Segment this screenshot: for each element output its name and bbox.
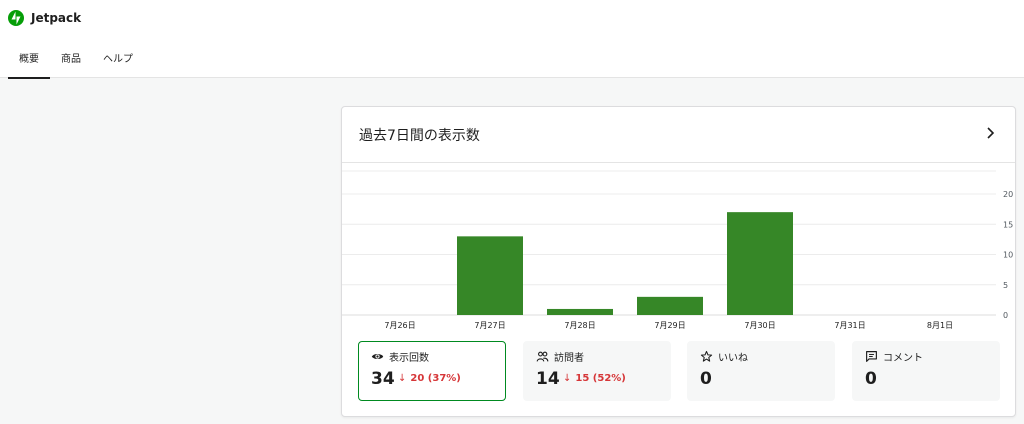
stat-value: 34 (371, 369, 395, 389)
chart-bar[interactable] (727, 212, 793, 315)
y-tick-label: 20 (1003, 190, 1013, 199)
x-tick-label: 7月27日 (474, 321, 505, 330)
tab-help[interactable]: ヘルプ (92, 42, 144, 78)
people-icon (536, 351, 549, 362)
views-bar-chart: 0 5 10 15 20 7月26日 7月27日 7月28日 7月29日 7月30日 7月31日 8月… (342, 170, 1013, 330)
x-tick-label: 7月30日 (744, 321, 775, 330)
tab-products[interactable]: 商品 (50, 42, 92, 78)
stat-label: いいね (718, 353, 748, 364)
x-tick-label: 8月1日 (927, 321, 953, 330)
stats-card: 過去7日間の表示数 0 5 10 15 20 7月26日 7月27日 7月28日 7月29日 7月… (341, 106, 1016, 417)
chevron-right-icon[interactable] (982, 125, 998, 141)
stat-delta-value: 20 (37%) (410, 373, 461, 384)
chart-bar[interactable] (547, 308, 613, 315)
x-tick-label: 7月28日 (564, 321, 595, 330)
stat-views[interactable]: 表示回数 34 ↓ 20 (37%) (358, 341, 506, 401)
nav-tabs: 概要 商品 ヘルプ (8, 42, 144, 79)
x-tick-label: 7月29日 (654, 321, 685, 330)
brand[interactable]: Jetpack (8, 9, 81, 27)
top-bar: Jetpack 概要 商品 ヘルプ (0, 0, 1024, 79)
card-title: 過去7日間の表示数 (359, 128, 480, 144)
brand-name: Jetpack (31, 11, 82, 25)
card-header: 過去7日間の表示数 (342, 107, 1015, 163)
stat-value: 14 (536, 369, 560, 389)
chart-bar[interactable] (637, 296, 703, 315)
stat-value: 0 (865, 369, 877, 389)
stat-delta-value: 15 (52%) (575, 373, 626, 384)
down-arrow-icon: ↓ (398, 373, 407, 384)
y-tick-label: 15 (1003, 220, 1013, 229)
y-tick-label: 0 (1003, 311, 1008, 320)
x-tick-label: 7月31日 (834, 321, 865, 330)
stat-label: コメント (883, 353, 923, 364)
stats-row: 表示回数 34 ↓ 20 (37%) 訪問者 14 ↓ 15 (52%) いいね… (358, 341, 1000, 401)
stat-likes[interactable]: いいね 0 (687, 341, 835, 401)
stat-label: 表示回数 (389, 353, 429, 364)
x-tick-label: 7月26日 (384, 321, 415, 330)
y-tick-label: 5 (1003, 281, 1008, 290)
down-arrow-icon: ↓ (563, 373, 572, 384)
stat-value: 0 (700, 369, 712, 389)
chart-bar[interactable] (457, 236, 523, 315)
stat-delta: ↓ 15 (52%) (563, 373, 626, 384)
eye-icon (371, 353, 384, 360)
tab-overview[interactable]: 概要 (8, 42, 50, 79)
stat-visitors[interactable]: 訪問者 14 ↓ 15 (52%) (523, 341, 671, 401)
comment-icon (866, 351, 877, 362)
star-icon (700, 350, 713, 362)
stat-delta: ↓ 20 (37%) (398, 373, 461, 384)
stat-comments[interactable]: コメント 0 (852, 341, 1000, 401)
stat-label: 訪問者 (554, 353, 584, 364)
jetpack-logo-icon (8, 10, 24, 26)
y-tick-label: 10 (1003, 251, 1013, 260)
